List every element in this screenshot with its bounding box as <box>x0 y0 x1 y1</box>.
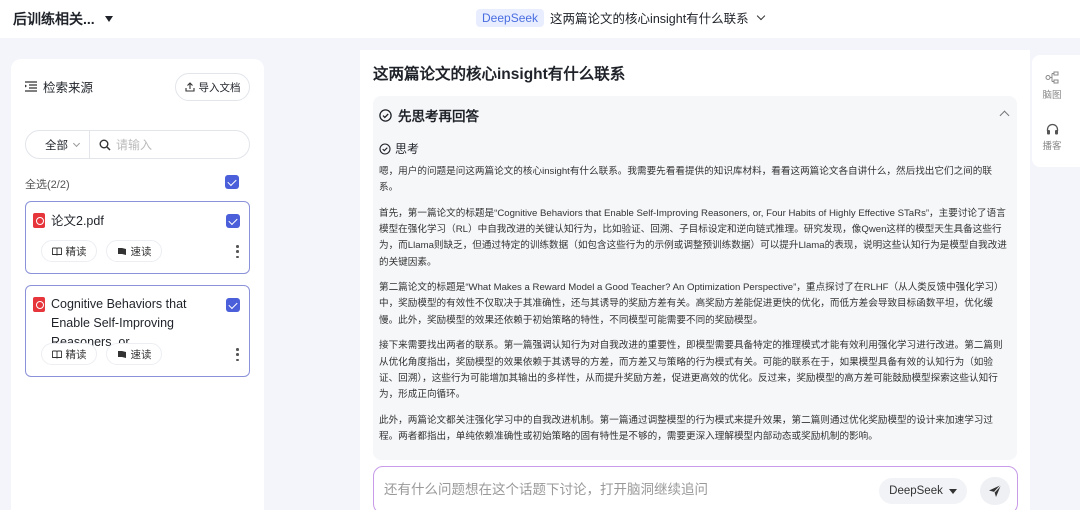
right-toolbar: 脑图 播客 <box>1032 55 1080 167</box>
filter-select-value: 全部 <box>45 139 68 152</box>
quick-read-button[interactable]: 速读 <box>106 240 162 262</box>
thinking-label: 思考 <box>379 140 419 157</box>
project-selector[interactable]: 后训练相关... <box>13 9 113 29</box>
file-card[interactable]: Cognitive Behaviors that Enable Self-Imp… <box>25 285 250 377</box>
search-input[interactable] <box>116 137 236 152</box>
thinking-header[interactable]: 先思考再回答 <box>379 105 479 125</box>
conversation-title-selector[interactable]: DeepSeek 这两篇论文的核心insight有什么联系 <box>476 8 765 27</box>
select-all-checkbox[interactable] <box>225 175 239 189</box>
thinking-paragraph: 此外，两篇论文都关注强化学习中的自我改进机制。第一篇通过调整模型的行为模式来提升… <box>379 414 993 442</box>
thinking-paragraph: 接下来需要找出两者的联系。第一篇强调认知行为对自我改进的重要性，即模型需要具备特… <box>379 340 1003 400</box>
import-document-button[interactable]: 导入文档 <box>175 73 250 101</box>
chat-input[interactable] <box>384 482 864 497</box>
select-all-label: 全选(2/2) <box>25 179 70 191</box>
mindmap-button[interactable]: 脑图 <box>1032 71 1072 101</box>
chat-input-bar: DeepSeek <box>373 466 1018 510</box>
search-icon <box>99 139 111 151</box>
more-options-icon[interactable] <box>236 348 239 361</box>
upload-icon <box>184 82 195 92</box>
thinking-content: 嗯，用户的问题是问这两篇论文的核心insight有什么联系。我需要先看看提供的知… <box>379 164 1007 455</box>
check-circle-icon <box>379 108 392 122</box>
filter-select[interactable]: 全部 <box>26 131 90 158</box>
thinking-paragraph: 首先，第一篇论文的标题是“Cognitive Behaviors that En… <box>379 207 1007 268</box>
intensive-read-label: 精读 <box>65 348 87 361</box>
thinking-paragraph: 第二篇论文的标题是“What Makes a Reward Model a Go… <box>379 282 1004 326</box>
chevron-down-icon <box>72 139 81 147</box>
list-indent-icon <box>25 81 37 92</box>
sources-header: 检索来源 <box>25 77 93 96</box>
sources-panel: 检索来源 导入文档 全部 全选(2/2) 论文2.pdf 精读 <box>11 59 264 510</box>
thinking-header-label: 先思考再回答 <box>398 109 479 124</box>
quick-read-label: 速读 <box>130 245 152 258</box>
import-document-label: 导入文档 <box>198 81 241 94</box>
chevron-down-icon <box>756 11 765 20</box>
model-badge: DeepSeek <box>476 8 545 27</box>
book-open-icon <box>51 247 62 255</box>
caret-down-icon <box>948 488 957 494</box>
book-icon <box>117 350 126 358</box>
book-open-icon <box>51 350 62 358</box>
conversation-title: 这两篇论文的核心insight有什么联系 <box>550 12 749 26</box>
intensive-read-label: 精读 <box>65 245 87 258</box>
thinking-label-text: 思考 <box>395 142 420 156</box>
check-circle-icon <box>379 142 391 155</box>
chat-panel: 这两篇论文的核心insight有什么联系 先思考再回答 思考 嗯，用户的问题是问… <box>360 50 1030 510</box>
quick-read-button[interactable]: 速读 <box>106 343 162 365</box>
more-options-icon[interactable] <box>236 245 239 258</box>
intensive-read-button[interactable]: 精读 <box>41 343 97 365</box>
file-name: 论文2.pdf <box>51 214 104 228</box>
file-card[interactable]: 论文2.pdf 精读 速读 <box>25 201 250 274</box>
file-checkbox[interactable] <box>226 214 240 228</box>
mindmap-icon <box>1045 71 1059 84</box>
thinking-paragraph: 嗯，用户的问题是问这两篇论文的核心insight有什么联系。我需要先看看提供的知… <box>379 166 992 194</box>
collapse-chevron-icon[interactable] <box>999 110 1010 121</box>
caret-down-icon <box>104 16 113 22</box>
pdf-icon <box>33 297 45 312</box>
sources-title: 检索来源 <box>43 81 94 95</box>
intensive-read-button[interactable]: 精读 <box>41 240 97 262</box>
filter-bar: 全部 <box>25 130 250 159</box>
send-button[interactable] <box>980 477 1010 505</box>
question-title: 这两篇论文的核心insight有什么联系 <box>373 66 626 83</box>
model-select-value: DeepSeek <box>889 485 943 497</box>
pdf-icon <box>33 213 45 228</box>
send-icon <box>989 484 1002 497</box>
book-icon <box>117 247 126 255</box>
thinking-box: 先思考再回答 思考 嗯，用户的问题是问这两篇论文的核心insight有什么联系。… <box>373 96 1017 460</box>
file-checkbox[interactable] <box>226 298 240 312</box>
headphones-icon <box>1046 123 1058 135</box>
mindmap-label: 脑图 <box>1042 90 1062 101</box>
top-bar: 后训练相关... DeepSeek 这两篇论文的核心insight有什么联系 <box>0 0 1080 38</box>
quick-read-label: 速读 <box>130 348 152 361</box>
podcast-button[interactable]: 播客 <box>1032 123 1072 152</box>
project-name: 后训练相关... <box>13 11 95 27</box>
podcast-label: 播客 <box>1042 141 1062 152</box>
model-select[interactable]: DeepSeek <box>879 478 967 504</box>
